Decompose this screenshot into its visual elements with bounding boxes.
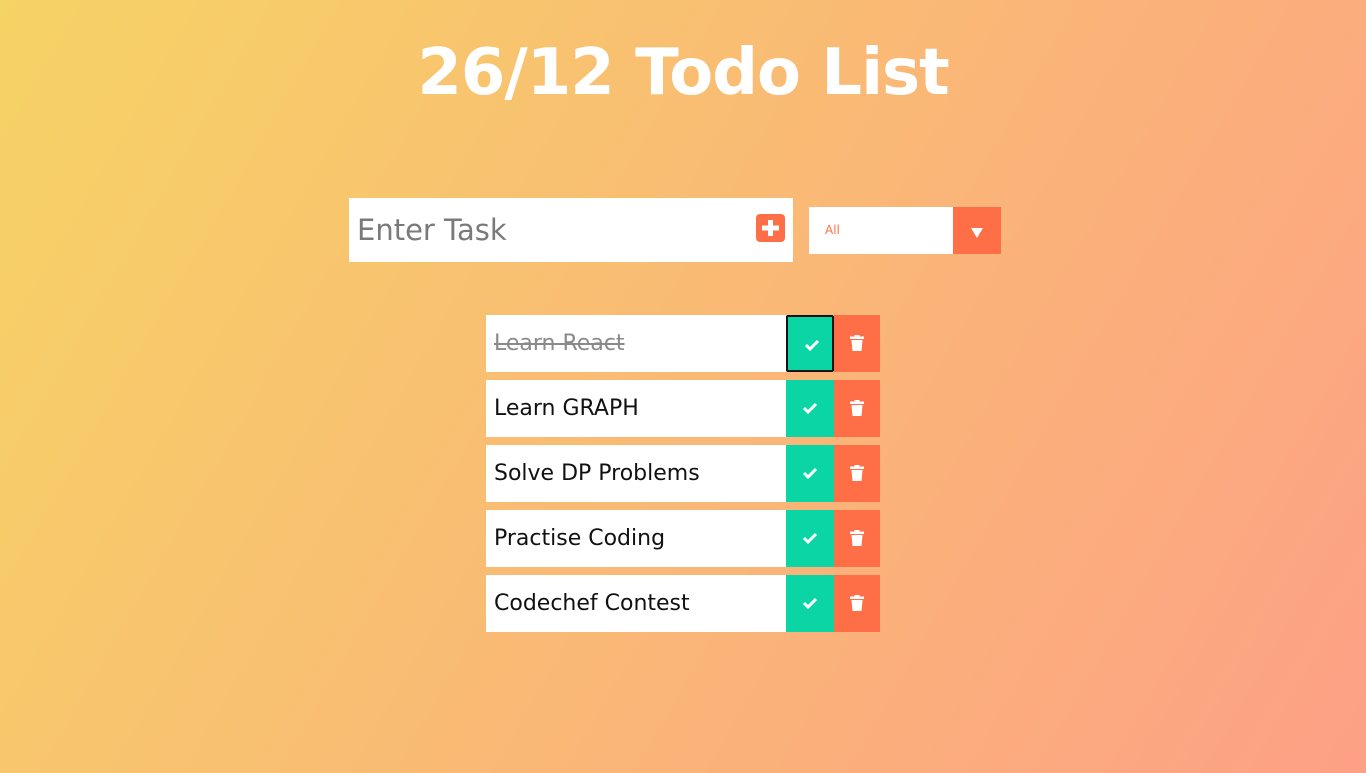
delete-button[interactable] — [834, 380, 880, 437]
check-icon — [802, 402, 818, 415]
todo-text: Solve DP Problems — [494, 461, 700, 486]
task-input[interactable] — [349, 198, 749, 262]
todo-text: Learn React — [494, 331, 625, 356]
delete-button[interactable] — [834, 315, 880, 372]
complete-button[interactable] — [786, 380, 834, 437]
todo-item: Codechef Contest — [486, 575, 880, 632]
complete-button[interactable] — [786, 315, 834, 372]
complete-button[interactable] — [786, 575, 834, 632]
check-icon — [802, 597, 818, 610]
trash-icon — [850, 400, 864, 416]
filter-select[interactable]: All — [809, 207, 1001, 254]
todo-item: Practise Coding — [486, 510, 880, 567]
check-icon — [802, 467, 818, 480]
task-form — [349, 198, 793, 262]
delete-button[interactable] — [834, 575, 880, 632]
check-icon — [804, 339, 820, 352]
todo-list: Learn React Learn GRAPH Solve DP Problem… — [486, 315, 880, 640]
plus-icon — [762, 220, 779, 236]
delete-button[interactable] — [834, 445, 880, 502]
add-task-button[interactable] — [756, 214, 785, 242]
todo-item: Learn GRAPH — [486, 380, 880, 437]
complete-button[interactable] — [786, 445, 834, 502]
trash-icon — [850, 595, 864, 611]
trash-icon — [850, 465, 864, 481]
todo-text: Learn GRAPH — [494, 396, 639, 421]
todo-text: Practise Coding — [494, 526, 666, 551]
complete-button[interactable] — [786, 510, 834, 567]
page-title: 26/12 Todo List — [417, 36, 949, 110]
delete-button[interactable] — [834, 510, 880, 567]
triangle-down-icon — [971, 228, 983, 238]
todo-item: Solve DP Problems — [486, 445, 880, 502]
filter-dropdown-button[interactable] — [953, 207, 1001, 254]
todo-item: Learn React — [486, 315, 880, 372]
trash-icon — [850, 530, 864, 546]
filter-selected-value: All — [825, 223, 840, 237]
check-icon — [802, 532, 818, 545]
trash-icon — [850, 335, 864, 351]
todo-text: Codechef Contest — [494, 591, 690, 616]
